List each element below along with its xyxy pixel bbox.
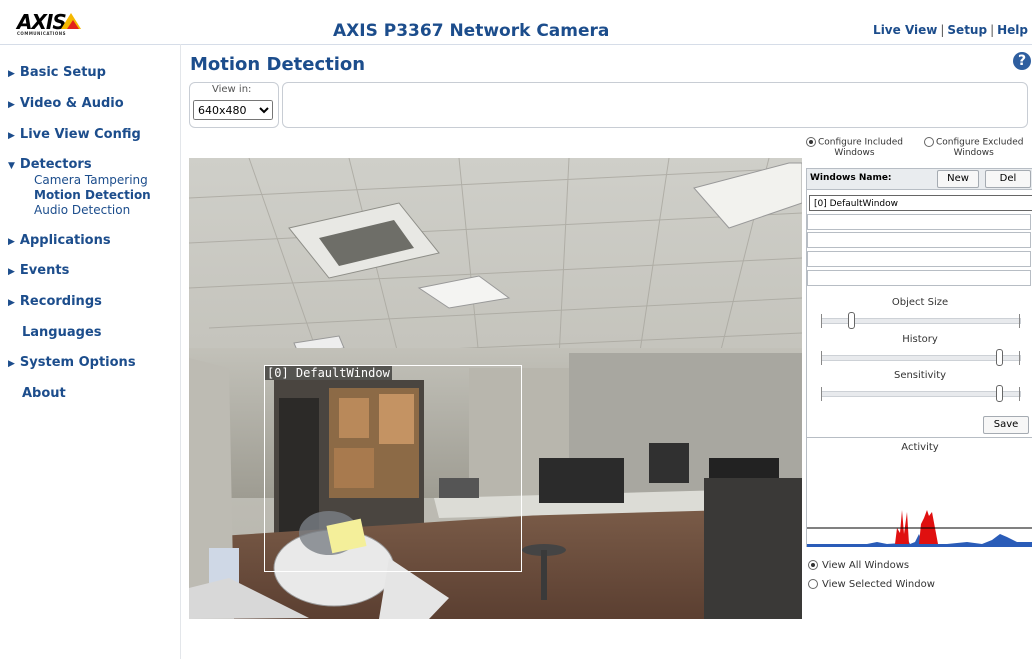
axis-logo[interactable]: AXIS COMMUNICATIONS <box>17 10 87 42</box>
view-in-group: View in: 640x480 <box>189 82 279 128</box>
window-row[interactable] <box>807 270 1031 286</box>
top-bar: AXIS COMMUNICATIONS AXIS P3367 Network C… <box>0 0 1032 45</box>
help-icon[interactable]: ? <box>1013 52 1031 70</box>
caret-right-icon: ▶ <box>8 298 15 308</box>
slider-tick <box>1019 387 1020 401</box>
sidebar-item-about[interactable]: About <box>22 386 66 401</box>
caret-right-icon: ▶ <box>8 237 15 247</box>
slider-tick <box>821 314 822 328</box>
window-row[interactable] <box>807 232 1031 248</box>
activity-chart <box>807 510 1032 547</box>
activity-graph: Activity <box>807 437 1032 547</box>
caret-right-icon: ▶ <box>8 267 15 277</box>
sidebar-item-live-view-config[interactable]: ▶ Live View Config <box>8 127 141 142</box>
sidebar-item-detectors[interactable]: ▼ Detectors <box>8 157 92 172</box>
history-thumb[interactable] <box>996 349 1004 366</box>
configure-included-sub: Windows <box>834 147 875 158</box>
caret-right-icon: ▶ <box>8 131 15 141</box>
top-links: Live View | Setup | Help <box>873 23 1028 37</box>
configure-included-radio[interactable]: Configure Included Windows <box>806 137 903 158</box>
configure-excluded-label: Configure Excluded <box>936 137 1024 148</box>
activity-red-peak <box>919 510 938 544</box>
delete-window-button[interactable]: Del <box>985 170 1031 188</box>
radio-unselected-icon <box>808 579 818 589</box>
logo-triangle-red <box>67 20 79 29</box>
window-row[interactable] <box>807 214 1031 230</box>
sidebar-subitem-camera-tampering[interactable]: Camera Tampering <box>34 173 148 188</box>
motion-window-label: [0] DefaultWindow <box>265 366 392 380</box>
configure-excluded-sub: Windows <box>953 147 994 158</box>
windows-name-label: Windows Name: <box>810 173 892 183</box>
sidebar-item-label: Languages <box>22 325 102 340</box>
sidebar-item-languages[interactable]: Languages <box>22 325 102 340</box>
sidebar-item-label: Video & Audio <box>19 96 124 111</box>
caret-right-icon: ▶ <box>8 69 15 79</box>
camera-title: AXIS P3367 Network Camera <box>333 21 610 41</box>
sidebar-item-recordings[interactable]: ▶ Recordings <box>8 294 102 309</box>
caret-right-icon: ▶ <box>8 359 15 369</box>
slider-tick <box>821 351 822 365</box>
sidebar-item-events[interactable]: ▶ Events <box>8 263 69 278</box>
object-size-thumb[interactable] <box>847 312 855 329</box>
view-all-windows-label: View All Windows <box>822 560 910 571</box>
motion-window[interactable] <box>264 365 522 572</box>
sidebar-subitem-audio-detection[interactable]: Audio Detection <box>34 203 130 218</box>
view-all-windows-radio[interactable]: View All Windows <box>808 560 909 571</box>
sensitivity-label: Sensitivity <box>893 370 947 381</box>
sidebar-item-label: Recordings <box>19 294 102 309</box>
sidebar-item-label: Detectors <box>19 157 92 172</box>
sensitivity-thumb[interactable] <box>996 385 1004 402</box>
sidebar-subitem-motion-detection[interactable]: Motion Detection <box>34 188 151 203</box>
caret-down-icon: ▼ <box>8 161 15 171</box>
sidebar-item-video-audio[interactable]: ▶ Video & Audio <box>8 96 124 111</box>
motion-settings-panel: Windows Name: New Del [0] DefaultWindow … <box>806 168 1032 547</box>
sidebar-item-applications[interactable]: ▶ Applications <box>8 233 111 248</box>
radio-selected-icon <box>808 560 818 570</box>
window-row[interactable] <box>807 251 1031 267</box>
link-separator: | <box>990 23 995 37</box>
sensitivity-slider[interactable] <box>821 391 1021 397</box>
window-row[interactable]: [0] DefaultWindow <box>809 195 1032 211</box>
view-in-label: View in: <box>212 84 252 95</box>
history-slider[interactable] <box>821 355 1021 361</box>
activity-red-peak <box>895 510 909 544</box>
page-title: Motion Detection <box>190 54 366 75</box>
windows-header: Windows Name: New Del <box>807 169 1032 190</box>
help-link[interactable]: Help <box>997 23 1028 37</box>
slider-tick <box>1019 351 1020 365</box>
history-label: History <box>902 334 938 345</box>
link-separator: | <box>940 23 945 37</box>
sidebar-item-label: Basic Setup <box>19 65 106 80</box>
view-selected-window-label: View Selected Window <box>822 579 935 590</box>
configure-excluded-radio[interactable]: Configure Excluded Windows <box>924 137 1023 158</box>
save-button[interactable]: Save <box>983 416 1029 434</box>
radio-selected-icon <box>806 137 816 147</box>
configure-included-label: Configure Included <box>818 137 903 148</box>
new-window-button[interactable]: New <box>937 170 979 188</box>
sidebar-item-label: Live View Config <box>19 127 141 142</box>
view-in-select[interactable]: 640x480 <box>193 100 273 120</box>
sidebar-item-system-options[interactable]: ▶ System Options <box>8 355 136 370</box>
live-view-link[interactable]: Live View <box>873 23 937 37</box>
sidebar-item-basic-setup[interactable]: ▶ Basic Setup <box>8 65 106 80</box>
sidebar-item-label: Applications <box>19 233 111 248</box>
setup-link[interactable]: Setup <box>947 23 987 37</box>
view-selected-window-radio[interactable]: View Selected Window <box>808 579 935 590</box>
slider-tick <box>1019 314 1020 328</box>
logo-subtext: COMMUNICATIONS <box>17 31 66 36</box>
slider-tick <box>821 387 822 401</box>
caret-right-icon: ▶ <box>8 100 15 110</box>
object-size-label: Object Size <box>891 297 949 308</box>
sidebar-item-label: About <box>22 386 66 401</box>
sidebar-item-label: System Options <box>19 355 136 370</box>
radio-unselected-icon <box>924 137 934 147</box>
info-box <box>282 82 1028 128</box>
sidebar-item-label: Events <box>19 263 70 278</box>
